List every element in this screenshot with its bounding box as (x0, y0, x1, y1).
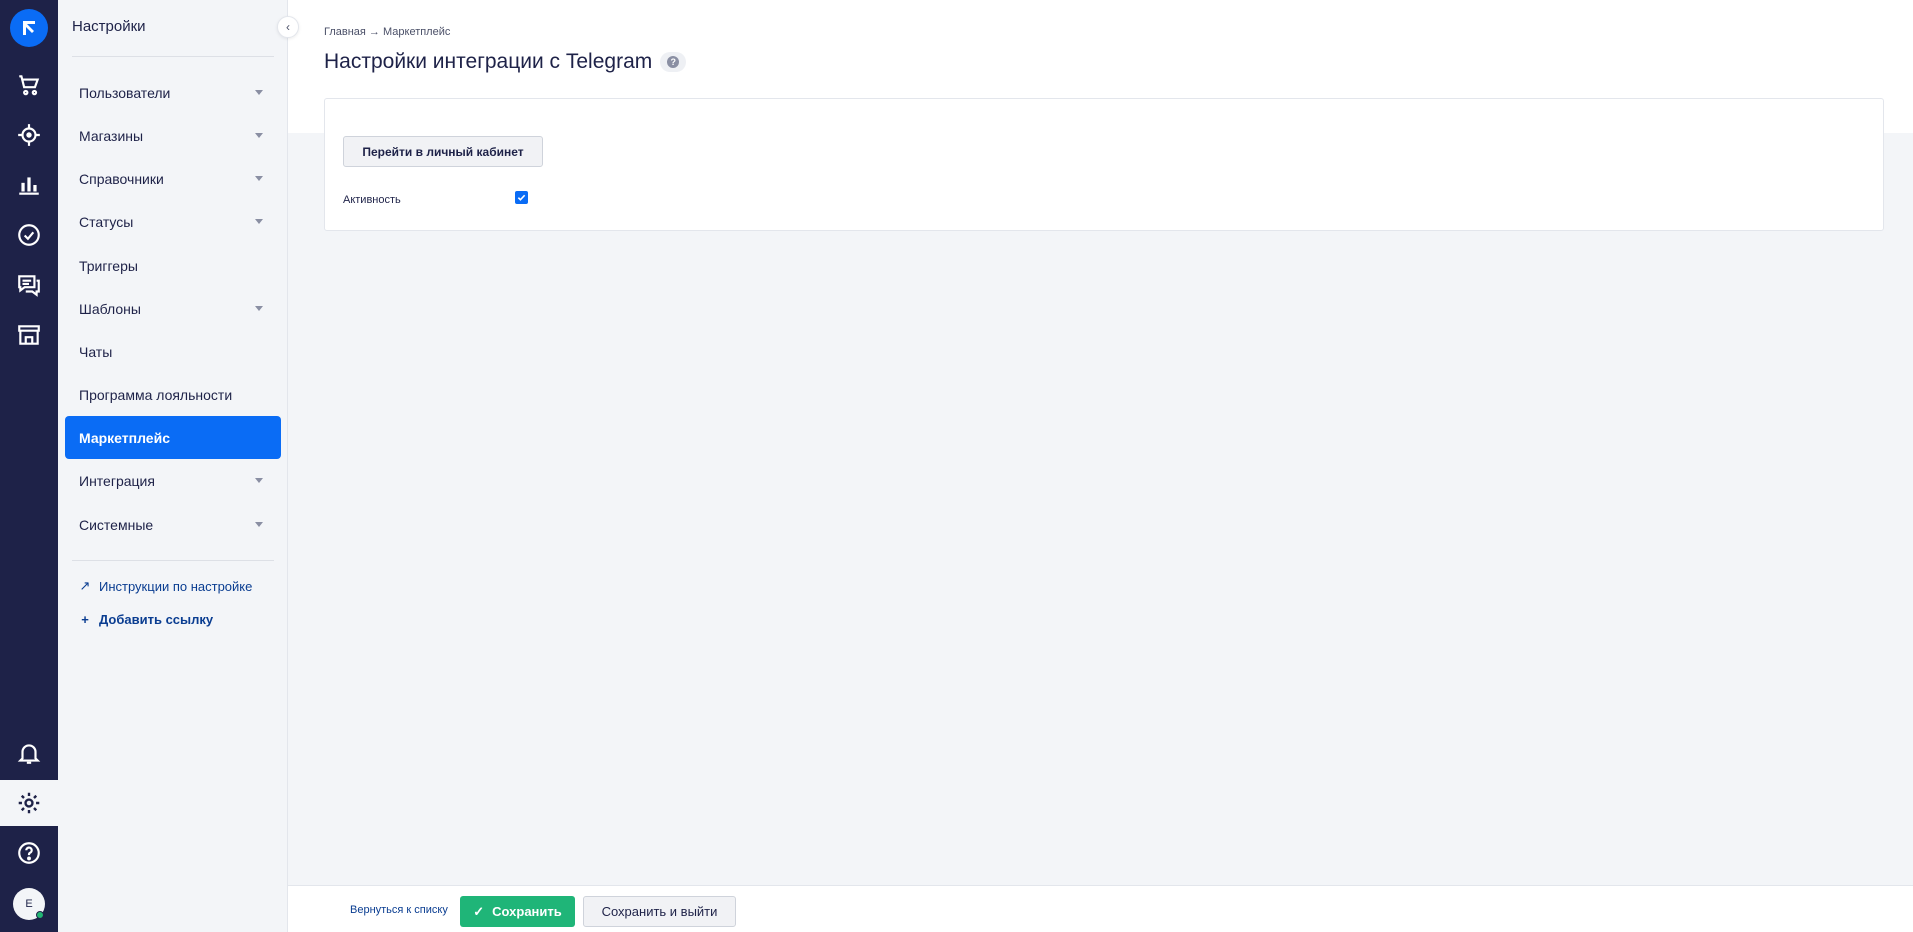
plus-icon: + (81, 612, 89, 627)
sidebar-item-label: Интеграция (79, 472, 155, 489)
sidebar-item-label: Пользователи (79, 84, 171, 101)
title-help-button[interactable]: ? (660, 52, 687, 72)
checkmark-icon (517, 194, 526, 201)
online-status-dot (36, 911, 44, 919)
footer-action-bar: Вернуться к списку ✓ Сохранить Сохранить… (288, 885, 1913, 932)
question-icon: ? (667, 56, 680, 68)
sidebar-item-system[interactable]: Системные (65, 503, 281, 546)
settings-gear-icon[interactable] (0, 780, 58, 826)
logo-glyph-icon (23, 21, 35, 35)
sidebar-item-label: Триггеры (79, 257, 138, 274)
sidebar-divider (72, 560, 274, 561)
notifications-bell-icon[interactable] (0, 730, 58, 776)
chevron-left-icon: ‹ (286, 20, 290, 34)
analytics-icon[interactable] (0, 162, 58, 208)
sidebar-item-label: Системные (79, 516, 154, 533)
sidebar-item-integration[interactable]: Интеграция (65, 459, 281, 502)
cart-icon[interactable] (0, 62, 58, 108)
breadcrumb[interactable]: Главная → Маркетплейс (324, 26, 450, 38)
collapse-sidebar-button[interactable]: ‹ (277, 16, 299, 38)
sidebar-item-label: Программа лояльности (79, 386, 233, 403)
activity-label: Активность (343, 194, 401, 206)
sidebar-item-label: Магазины (79, 127, 144, 144)
caret-down-icon (255, 522, 263, 527)
sidebar-item-shops[interactable]: Магазины (65, 114, 281, 157)
avatar-letter: E (25, 898, 33, 910)
sidebar-divider (72, 56, 274, 57)
caret-down-icon (255, 90, 263, 95)
settings-sidebar: Настройки Пользователи Магазины Справочн… (58, 0, 288, 932)
store-icon[interactable] (0, 312, 58, 358)
target-icon[interactable] (0, 112, 58, 158)
link-label: Добавить ссылку (99, 612, 214, 627)
integration-settings-card: Перейти в личный кабинет Активность (324, 98, 1884, 231)
back-to-list-link[interactable]: Вернуться к списку (350, 904, 448, 916)
sidebar-item-label: Статусы (79, 213, 134, 230)
sidebar-item-label: Шаблоны (79, 300, 141, 317)
save-button[interactable]: ✓ Сохранить (460, 896, 575, 927)
caret-down-icon (255, 306, 263, 311)
check-icon: ✓ (473, 903, 485, 919)
app-rail: E (0, 0, 58, 932)
sidebar-item-references[interactable]: Справочники (65, 157, 281, 200)
help-icon[interactable] (0, 830, 58, 876)
sidebar-item-statuses[interactable]: Статусы (65, 200, 281, 243)
sidebar-item-label: Чаты (79, 343, 113, 360)
sidebar-item-label: Маркетплейс (79, 429, 170, 446)
chat-icon[interactable] (0, 262, 58, 308)
app-logo-icon[interactable] (10, 9, 48, 47)
page-title-row: Настройки интеграции с Telegram ? (324, 50, 687, 74)
page-title: Настройки интеграции с Telegram (324, 50, 653, 73)
sidebar-item-chats[interactable]: Чаты (65, 330, 281, 373)
caret-down-icon (255, 133, 263, 138)
sidebar-item-label: Справочники (79, 170, 164, 187)
setup-instructions-link[interactable]: ↗ Инструкции по настройке (78, 578, 253, 594)
sidebar-item-marketplace[interactable]: Маркетплейс (65, 416, 281, 459)
sidebar-item-triggers[interactable]: Триггеры (65, 244, 281, 287)
save-and-exit-button[interactable]: Сохранить и выйти (583, 896, 736, 927)
tasks-check-icon[interactable] (0, 212, 58, 258)
sidebar-item-loyalty[interactable]: Программа лояльности (65, 373, 281, 416)
activity-checkbox[interactable] (515, 191, 528, 204)
save-button-label: Сохранить (492, 904, 562, 919)
sidebar-title: Настройки (72, 18, 146, 35)
sidebar-item-users[interactable]: Пользователи (65, 71, 281, 114)
link-label: Инструкции по настройке (99, 578, 253, 594)
user-avatar[interactable]: E (13, 888, 45, 920)
caret-down-icon (255, 176, 263, 181)
open-cabinet-button[interactable]: Перейти в личный кабинет (343, 136, 543, 167)
add-link-button[interactable]: + Добавить ссылку (78, 612, 213, 627)
caret-down-icon (255, 478, 263, 483)
caret-down-icon (255, 219, 263, 224)
arrow-up-right-icon: ↗ (79, 578, 91, 593)
sidebar-item-templates[interactable]: Шаблоны (65, 287, 281, 330)
